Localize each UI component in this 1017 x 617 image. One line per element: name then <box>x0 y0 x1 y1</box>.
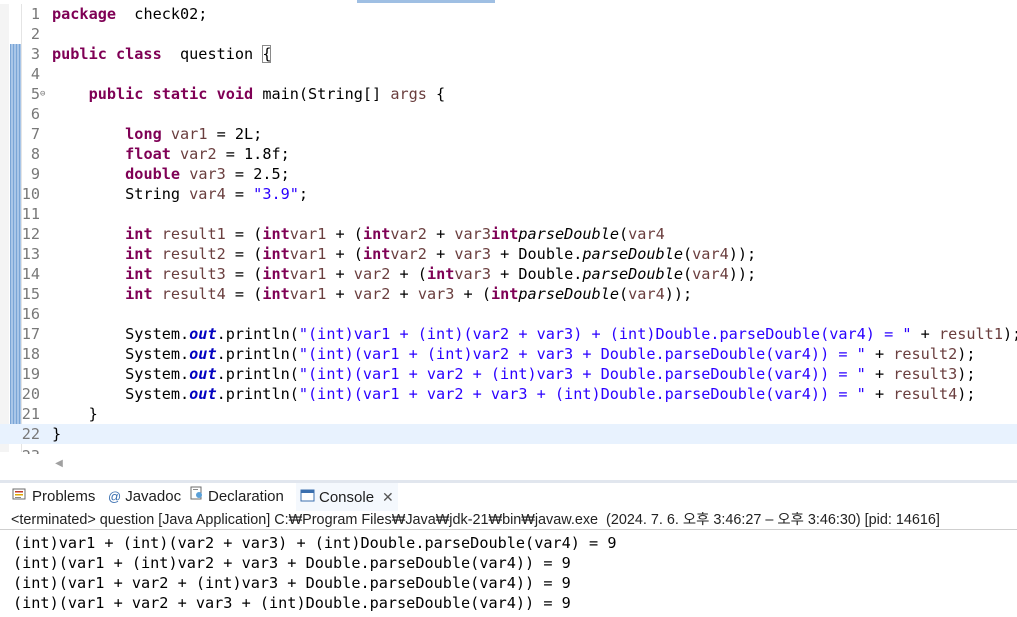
tab-javadoc[interactable]: @ Javadoc <box>108 483 181 511</box>
line-number: 21 <box>21 405 40 423</box>
code-line: 5 ⊖ public static void main(String[] args… <box>0 84 1017 104</box>
code-line: 6 <box>0 104 1017 124</box>
code-text: System.out.println("(int)(var1 + (int)va… <box>52 345 976 363</box>
code-line: 19 System.out.println("(int)(var1 + var2… <box>0 364 1017 384</box>
code-text: int result4 = (intvar1 + var2 + var3 + (… <box>125 285 693 303</box>
line-number: 18 <box>21 345 40 363</box>
console-status: <terminated> question [Java Application]… <box>0 511 1017 530</box>
line-number: 2 <box>30 25 40 43</box>
code-text: String var4 = "3.9"; <box>52 185 309 203</box>
code-text: public static void main(String[] args { <box>88 85 446 103</box>
tab-label: Declaration <box>208 488 284 505</box>
code-line: 21 } <box>0 404 1017 424</box>
line-number: 17 <box>21 325 40 343</box>
code-line: 13 int result2 = (intvar1 + (intvar2 + v… <box>0 244 1017 264</box>
console-line: (int)var1 + (int)(var2 + var3) + (int)Do… <box>13 534 617 552</box>
declaration-icon <box>190 483 204 511</box>
console-icon <box>300 484 315 512</box>
view-tab-bar: Problems @ Javadoc Declaration Console ✕ <box>0 483 1017 512</box>
line-number: 10 <box>21 185 40 203</box>
line-number: 16 <box>21 305 40 323</box>
code-text: System.out.println("(int)(var1 + var2 + … <box>52 365 976 383</box>
code-text: int result1 = (intvar1 + (intvar2 + var3… <box>125 225 665 243</box>
tab-label: Javadoc <box>125 488 182 505</box>
tab-declaration[interactable]: Declaration <box>190 483 284 511</box>
tab-label: Problems <box>32 488 96 505</box>
console-output[interactable]: (int)var1 + (int)(var2 + var3) + (int)Do… <box>0 531 1017 617</box>
code-text: } <box>52 425 62 443</box>
line-number: 12 <box>21 225 40 243</box>
code-text: System.out.println("(int)var1 + (int)(va… <box>52 325 1017 343</box>
line-number: 6 <box>30 105 40 123</box>
code-text: float var2 = 1.8f; <box>125 145 290 163</box>
line-number: 4 <box>30 65 40 83</box>
code-line: 7 long var1 = 2L; <box>0 124 1017 144</box>
line-number: 19 <box>21 365 40 383</box>
code-line: 2 <box>0 24 1017 44</box>
line-number: 22 <box>21 425 40 443</box>
close-icon[interactable]: ✕ <box>382 489 394 505</box>
line-number: 14 <box>21 265 40 283</box>
code-text: double var3 = 2.5; <box>125 165 290 183</box>
code-line: 12 int result1 = (intvar1 + (intvar2 + v… <box>0 224 1017 244</box>
code-line: 16 <box>0 304 1017 324</box>
code-line: 22} <box>0 424 1017 444</box>
code-line: 14 int result3 = (intvar1 + var2 + (intv… <box>0 264 1017 284</box>
code-text: long var1 = 2L; <box>125 125 263 143</box>
line-number: 9 <box>30 165 40 183</box>
code-line: 8 float var2 = 1.8f; <box>0 144 1017 164</box>
code-line: 1 package check02; <box>0 4 1017 24</box>
line-number: 8 <box>30 145 40 163</box>
line-number: 20 <box>21 385 40 403</box>
console-line: (int)(var1 + var2 + var3 + (int)Double.p… <box>13 594 571 612</box>
code-line: 20 System.out.println("(int)(var1 + var2… <box>0 384 1017 404</box>
tab-label: Console <box>319 489 375 506</box>
code-editor[interactable]: 1 package check02; 2 3 public class question… <box>0 0 1017 452</box>
code-text: System.out.println("(int)(var1 + var2 + … <box>52 385 976 403</box>
code-line: 11 <box>0 204 1017 224</box>
line-number: 5 <box>30 85 40 103</box>
problems-icon <box>12 483 28 511</box>
console-line: (int)(var1 + (int)var2 + var3 + Double.p… <box>13 554 571 572</box>
line-number: 3 <box>30 45 40 63</box>
code-line: 15 int result4 = (intvar1 + var2 + var3 … <box>0 284 1017 304</box>
code-line: 17 System.out.println("(int)var1 + (int)… <box>0 324 1017 344</box>
tab-console[interactable]: Console ✕ <box>296 483 398 511</box>
scroll-left-arrow-icon[interactable]: ◀ <box>52 457 66 471</box>
tab-problems[interactable]: Problems <box>12 483 95 511</box>
fold-collapse-icon[interactable]: ⊖ <box>40 84 49 104</box>
line-number-23-partial: 23 <box>14 446 40 454</box>
line-number: 1 <box>30 5 40 23</box>
code-text: } <box>52 405 98 423</box>
line-number: 7 <box>30 125 40 143</box>
code-text: int result3 = (intvar1 + var2 + (intvar3… <box>125 265 757 283</box>
code-line: 18 System.out.println("(int)(var1 + (int… <box>0 344 1017 364</box>
line-number: 13 <box>21 245 40 263</box>
code-line: 3 public class question { <box>0 44 1017 64</box>
javadoc-icon: @ <box>108 489 122 504</box>
line-number: 15 <box>21 285 40 303</box>
code-line: 10 String var4 = "3.9"; <box>0 184 1017 204</box>
horizontal-scrollbar[interactable] <box>52 457 1017 471</box>
code-text: int result2 = (intvar1 + (intvar2 + var3… <box>125 245 757 263</box>
code-text: package check02; <box>52 5 208 23</box>
code-text: public class question { <box>52 45 272 63</box>
console-line: (int)(var1 + var2 + (int)var3 + Double.p… <box>13 574 571 592</box>
code-line: 9 double var3 = 2.5; <box>0 164 1017 184</box>
line-number: 11 <box>21 205 40 223</box>
code-line: 4 <box>0 64 1017 84</box>
editor-tab-indicator <box>357 0 495 3</box>
